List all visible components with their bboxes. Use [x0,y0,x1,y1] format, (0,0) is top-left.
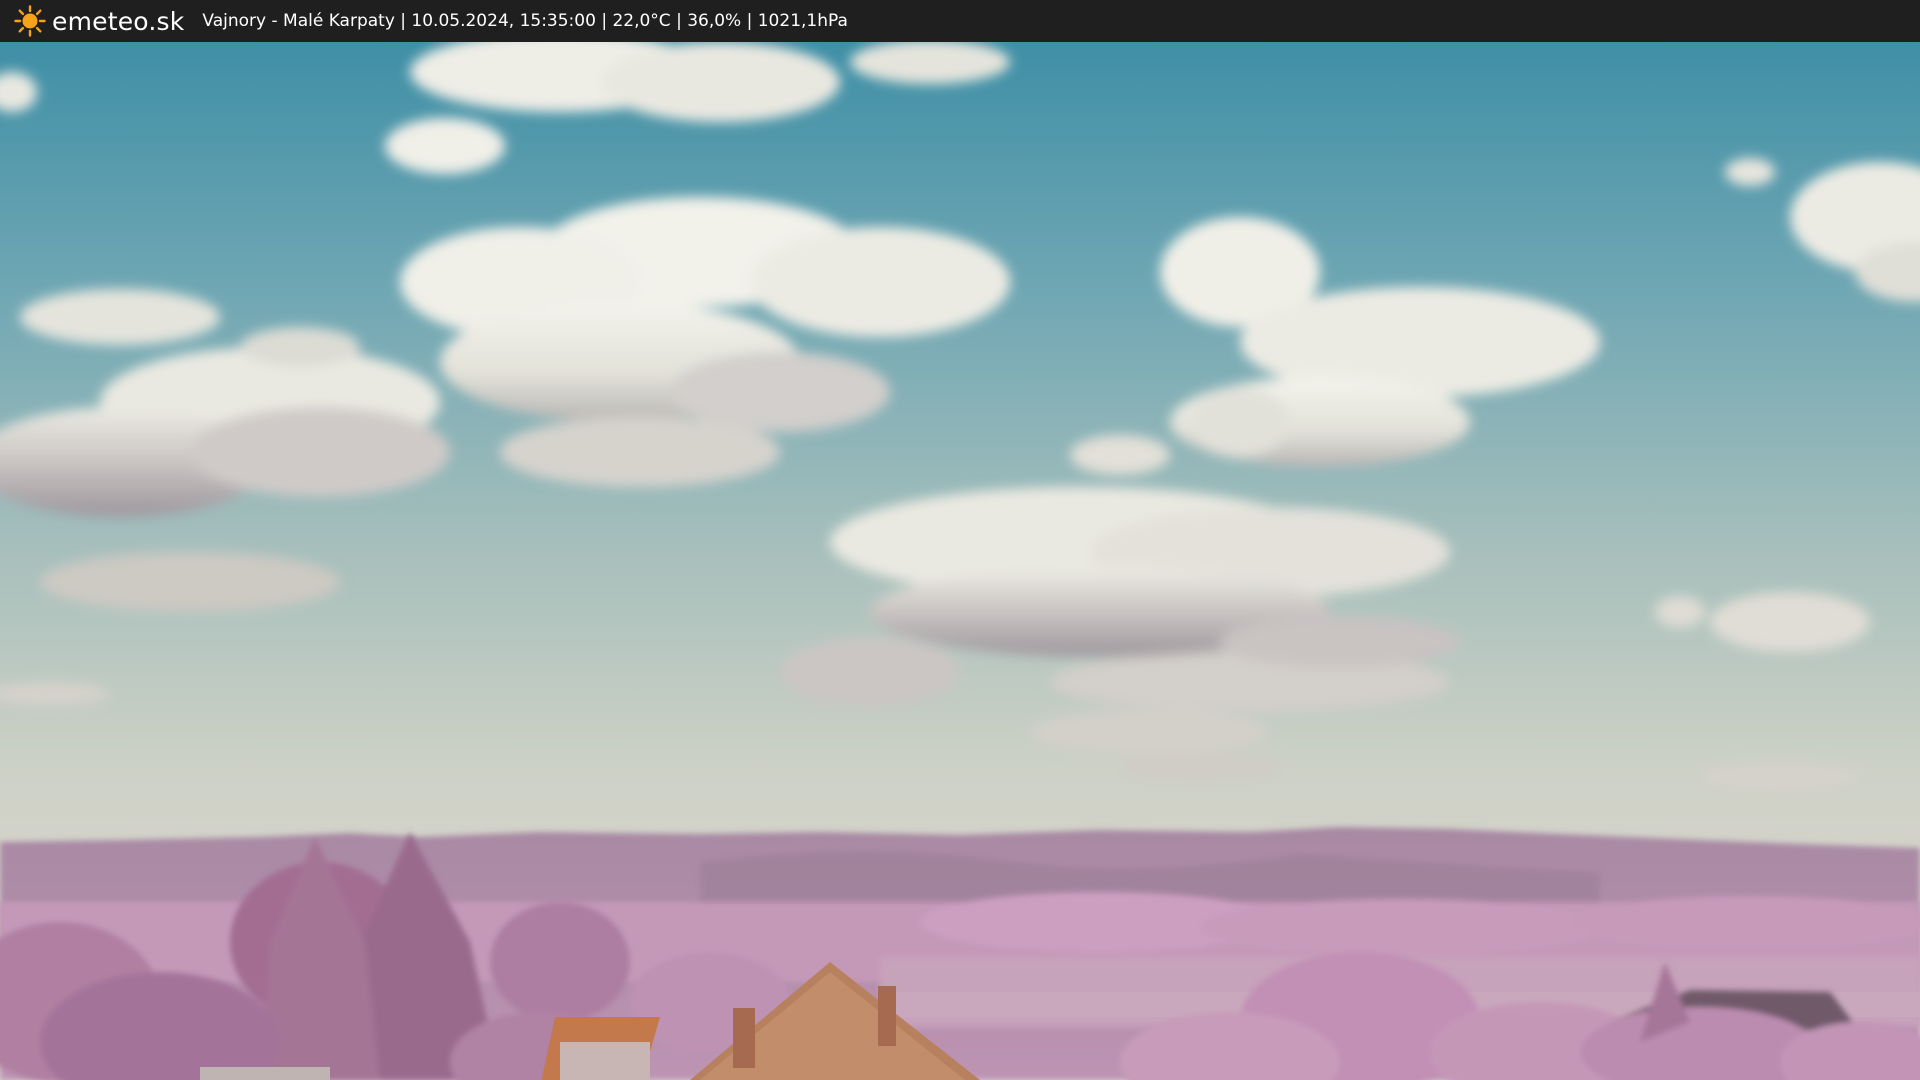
brand-name: emeteo.sk [52,6,185,36]
webcam-image [0,42,1920,1080]
webcam-caption: Vajnory - Malé Karpaty | 10.05.2024, 15:… [202,11,848,31]
top-bar: emeteo.sk Vajnory - Malé Karpaty | 10.05… [0,0,1920,42]
sun-icon [14,5,46,37]
logo[interactable]: emeteo.sk [14,5,184,37]
